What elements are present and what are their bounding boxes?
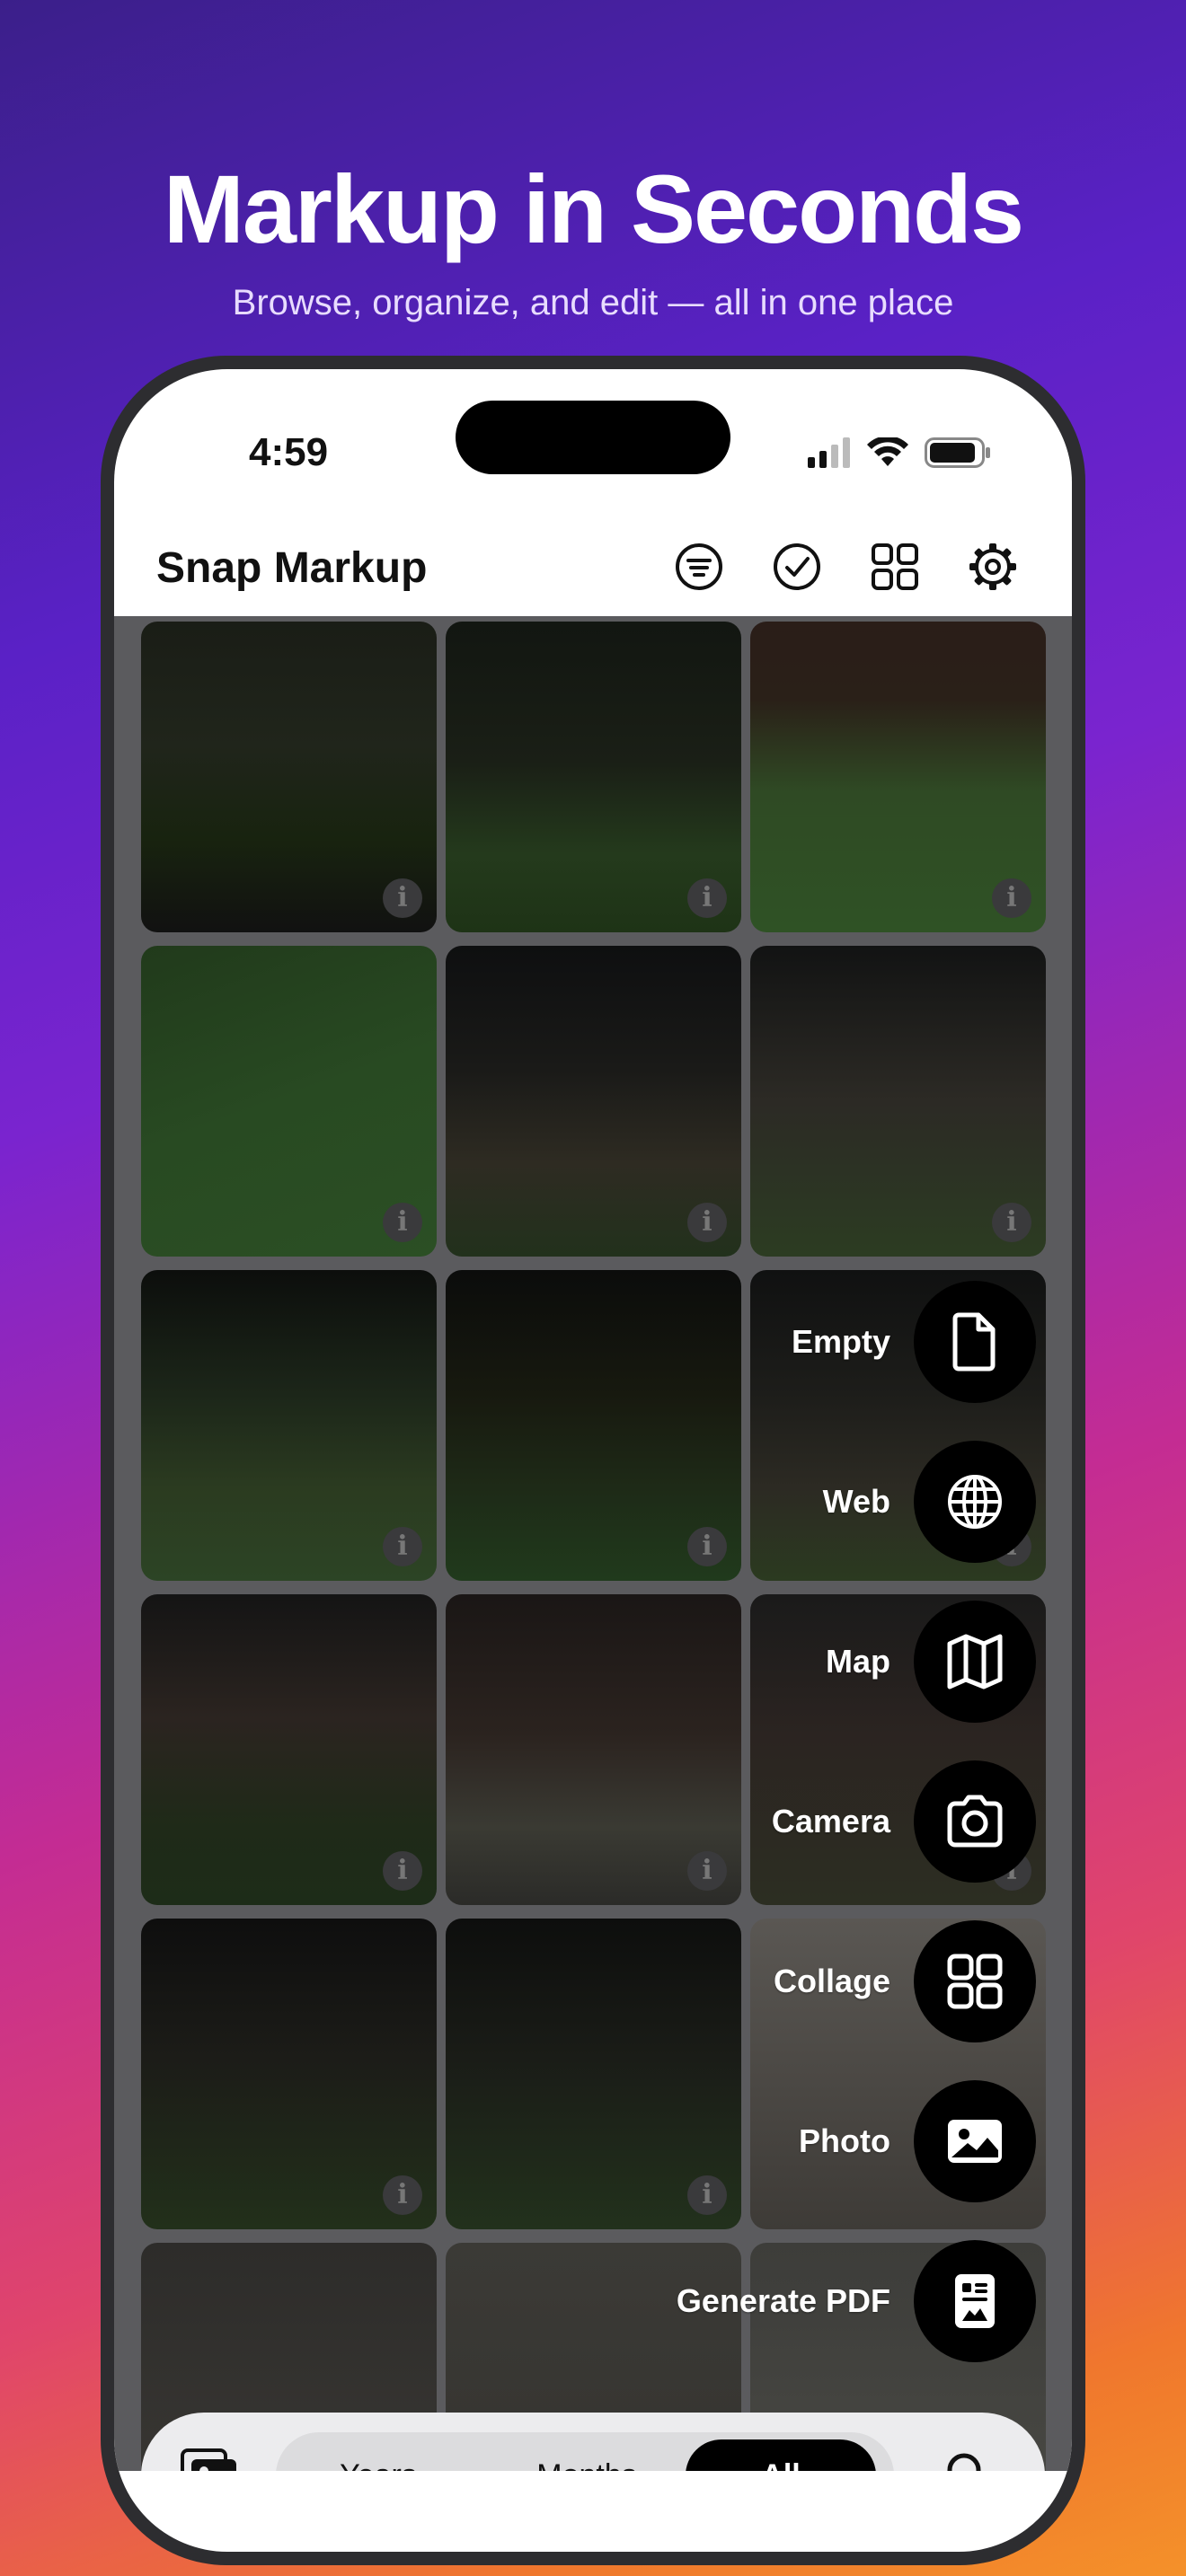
subheadline: Browse, organize, and edit — all in one … <box>232 283 954 322</box>
app-title: Snap Markup <box>156 544 428 592</box>
segment-all[interactable]: All <box>686 2439 876 2471</box>
segment-years[interactable]: Years <box>285 2439 472 2471</box>
status-time: 4:59 <box>249 430 329 474</box>
globe-icon <box>948 1475 1002 1529</box>
info-icon[interactable]: i <box>687 2175 727 2215</box>
photo-thumbnail[interactable]: i <box>446 1270 741 1581</box>
photo-thumbnail[interactable]: i <box>750 622 1046 932</box>
blank-document-icon <box>952 1312 996 1372</box>
photo-thumbnail[interactable]: i <box>446 1594 741 1905</box>
app-nav-bar: Snap Markup <box>114 513 1072 621</box>
phone-frame: 4:59 Snap Markup i i i i i i i i i i i i… <box>101 356 1085 2565</box>
fab-label: Generate PDF <box>676 2282 890 2319</box>
time-scope-segmented-control: Years Months All <box>276 2432 894 2471</box>
phone-screen: 4:59 Snap Markup i i i i i i i i i i i i… <box>114 369 1072 2552</box>
photo-thumbnail[interactable]: i <box>141 622 437 932</box>
status-icons <box>808 437 991 468</box>
fab-item-camera[interactable]: Camera <box>772 1760 1036 1883</box>
photo-library-icon[interactable] <box>181 2448 238 2471</box>
info-icon[interactable]: i <box>383 1527 422 1566</box>
fab-button[interactable] <box>914 1920 1036 2042</box>
battery-icon <box>925 437 990 468</box>
info-icon[interactable]: i <box>383 1851 422 1891</box>
photo-thumbnail[interactable]: i <box>141 1919 437 2229</box>
info-icon[interactable]: i <box>687 1203 727 1242</box>
fab-button[interactable] <box>914 1281 1036 1403</box>
fab-button[interactable] <box>914 1601 1036 1723</box>
dynamic-island <box>456 401 730 474</box>
camera-icon <box>947 1795 1003 1848</box>
select-check-icon[interactable] <box>772 542 822 592</box>
fab-label: Web <box>822 1483 890 1520</box>
fab-label: Empty <box>791 1323 890 1360</box>
fab-button[interactable] <box>914 1441 1036 1563</box>
grid-layout-icon[interactable] <box>870 542 920 592</box>
info-icon[interactable]: i <box>992 878 1031 918</box>
info-icon[interactable]: i <box>383 878 422 918</box>
photo-thumbnail[interactable]: i <box>141 1594 437 1905</box>
photo-grid-area: i i i i i i i i i i i i i i Em <box>114 616 1072 2471</box>
info-icon[interactable]: i <box>383 2175 422 2215</box>
info-icon[interactable]: i <box>687 878 727 918</box>
fab-button[interactable] <box>914 2080 1036 2202</box>
wifi-icon <box>867 437 908 466</box>
photo-thumbnail[interactable]: i <box>750 946 1046 1257</box>
info-icon[interactable]: i <box>383 1203 422 1242</box>
fab-item-empty[interactable]: Empty <box>792 1281 1036 1403</box>
headline: Markup in Seconds <box>163 154 1024 263</box>
bottom-toolbar: Years Months All <box>141 2413 1045 2471</box>
fab-item-generate-pdf[interactable]: Generate PDF <box>677 2240 1036 2362</box>
fab-item-web[interactable]: Web <box>823 1441 1036 1563</box>
cellular-signal-icon <box>808 437 850 468</box>
segment-months[interactable]: Months <box>493 2439 680 2471</box>
fab-label: Collage <box>773 1963 890 1999</box>
fab-label: Camera <box>771 1803 890 1839</box>
filter-icon[interactable] <box>674 542 724 592</box>
info-icon[interactable]: i <box>992 1203 1031 1242</box>
gear-icon[interactable] <box>968 542 1018 592</box>
photo-icon <box>948 2120 1002 2163</box>
fab-item-collage[interactable]: Collage <box>774 1920 1036 2042</box>
photo-thumbnail[interactable]: i <box>446 1919 741 2229</box>
map-icon <box>947 1634 1003 1689</box>
photo-thumbnail[interactable]: i <box>141 946 437 1257</box>
collage-icon <box>947 1954 1003 2009</box>
fab-item-map[interactable]: Map <box>826 1601 1036 1723</box>
fab-label: Photo <box>799 2122 890 2159</box>
fab-label: Map <box>826 1643 890 1680</box>
photo-thumbnail[interactable]: i <box>141 1270 437 1581</box>
search-icon[interactable] <box>944 2450 993 2471</box>
fab-button[interactable] <box>914 1760 1036 1883</box>
photo-thumbnail[interactable]: i <box>446 946 741 1257</box>
pdf-document-icon <box>955 2274 995 2328</box>
photo-thumbnail[interactable]: i <box>446 622 741 932</box>
info-icon[interactable]: i <box>687 1851 727 1891</box>
fab-button[interactable] <box>914 2240 1036 2362</box>
info-icon[interactable]: i <box>687 1527 727 1566</box>
fab-item-photo[interactable]: Photo <box>799 2080 1036 2202</box>
